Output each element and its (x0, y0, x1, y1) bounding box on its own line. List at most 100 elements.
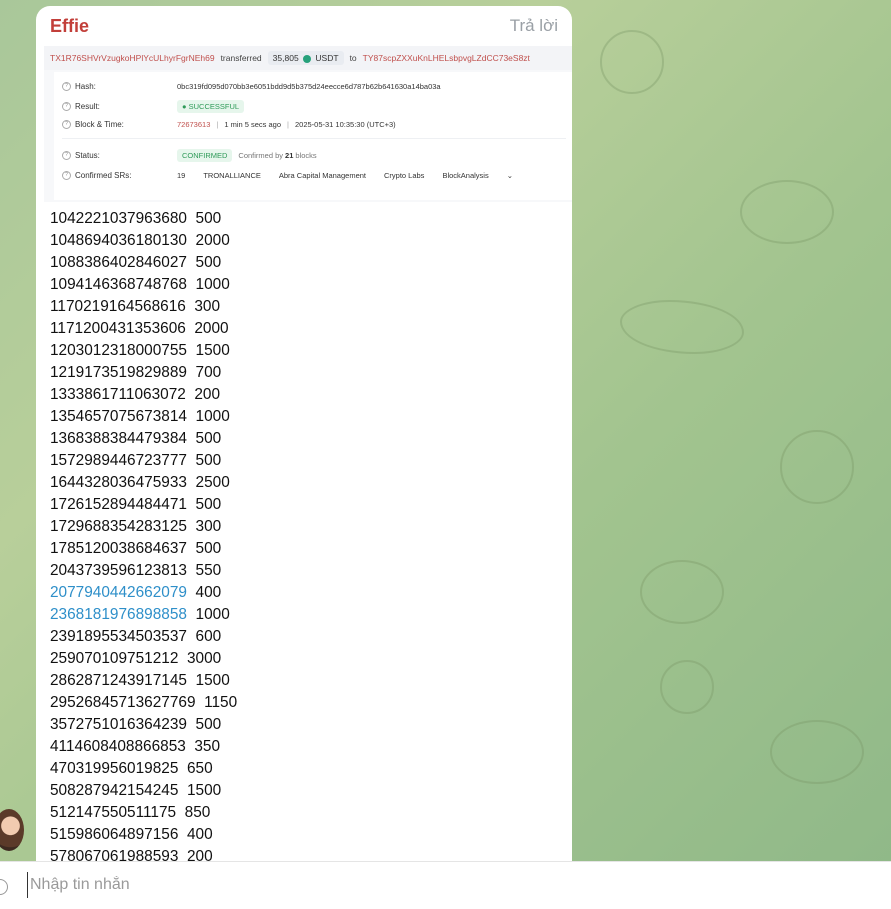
transferred-label: transferred (220, 53, 262, 63)
line-id: 1354657075673814 (50, 408, 187, 425)
line-id: 29526845713627769 (50, 694, 196, 711)
list-item: 1572989446723777 500 (50, 450, 237, 472)
line-id: 1042221037963680 (50, 210, 187, 227)
from-address: TX1R76SHVrVzugkoHPlYcULhyrFgrNEh69 (50, 53, 215, 63)
message-input[interactable] (27, 872, 630, 898)
line-amount: 200 (186, 848, 213, 861)
list-item: 508287942154245 1500 (50, 780, 237, 802)
background-doodle (740, 180, 834, 244)
block-row: ? Block & Time: 72673613 | 1 min 5 secs a… (62, 120, 396, 129)
line-id: 1729688354283125 (50, 518, 187, 535)
line-id: 1333861711063072 (50, 386, 186, 403)
line-amount: 2500 (195, 474, 230, 491)
line-amount: 500 (195, 210, 222, 227)
result-value: SUCCESSFUL (188, 102, 240, 111)
list-item: 1170219164568616 300 (50, 296, 237, 318)
line-id: 1726152894484471 (50, 496, 187, 513)
sr-item: Crypto Labs (384, 171, 425, 180)
avatar[interactable] (0, 809, 24, 851)
line-id: 4114608408866853 (50, 738, 186, 755)
list-item: 1088386402846027 500 (50, 252, 237, 274)
srs-row: ? Confirmed SRs: 19 TRONALLIANCE Abra Cap… (62, 171, 513, 180)
line-amount: 500 (195, 540, 222, 557)
amount-badge: 35,805 USDT (267, 51, 344, 65)
help-icon: ? (62, 120, 71, 129)
line-id: 1203012318000755 (50, 342, 187, 359)
status-badge: CONFIRMED (177, 149, 233, 162)
background-doodle (620, 300, 744, 354)
line-id: 1088386402846027 (50, 254, 187, 271)
line-amount: 1000 (195, 408, 230, 425)
transaction-details-card: ? Hash: 0bc319fd095d070bb3e6051bdd9d5b375… (54, 72, 572, 200)
list-item: 29526845713627769 1150 (50, 692, 237, 714)
phone-link[interactable]: 2077940442662079 (50, 584, 187, 601)
usdt-icon (303, 54, 312, 63)
line-amount: 650 (186, 760, 213, 777)
list-item: 1354657075673814 1000 (50, 406, 237, 428)
line-amount: 500 (195, 452, 222, 469)
line-id: 1171200431353606 (50, 320, 186, 337)
background-doodle (660, 660, 714, 714)
line-id: 1572989446723777 (50, 452, 187, 469)
line-amount: 2000 (195, 232, 230, 249)
line-amount: 500 (195, 430, 222, 447)
message-text-list: 1042221037963680 500 1048694036180130 200… (50, 208, 237, 861)
line-id: 1785120038684637 (50, 540, 187, 557)
list-item: 1729688354283125 300 (50, 516, 237, 538)
line-amount: 350 (194, 738, 221, 755)
srs-label: Confirmed SRs: (75, 171, 132, 180)
hash-row: ? Hash: 0bc319fd095d070bb3e6051bdd9d5b375… (62, 82, 441, 91)
help-icon: ? (62, 151, 71, 160)
line-id: 1219173519829889 (50, 364, 187, 381)
block-label: Block & Time: (75, 120, 124, 129)
transaction-screenshot[interactable]: TX1R76SHVrVzugkoHPlYcULhyrFgrNEh69 trans… (44, 46, 572, 202)
sr-item: Abra Capital Management (278, 171, 366, 180)
list-item: 515986064897156 400 (50, 824, 237, 846)
list-item: 1644328036475933 2500 (50, 472, 237, 494)
line-id: 259070109751212 (50, 650, 179, 667)
line-id: 3572751016364239 (50, 716, 187, 733)
line-id: 1644328036475933 (50, 474, 187, 491)
line-amount: 850 (184, 804, 211, 821)
line-amount: 1500 (186, 782, 222, 799)
line-amount: 400 (186, 826, 213, 843)
emoji-icon[interactable] (0, 879, 8, 895)
line-amount: 300 (194, 298, 221, 315)
help-icon: ? (62, 171, 71, 180)
line-amount: 500 (195, 254, 222, 271)
line-amount: 500 (195, 496, 222, 513)
list-item: 1785120038684637 500 (50, 538, 237, 560)
sender-name[interactable]: Effie (50, 16, 89, 37)
srs-count: 19 (177, 171, 186, 180)
list-item: 1094146368748768 1000 (50, 274, 237, 296)
amount-value: 35,805 (272, 53, 299, 63)
chevron-down-icon: ⌄ (506, 171, 514, 180)
line-id: 470319956019825 (50, 760, 179, 777)
line-amount: 300 (195, 518, 222, 535)
line-amount: 550 (195, 562, 222, 579)
sr-item: BlockAnalysis (442, 171, 489, 180)
status-label: Status: (75, 151, 100, 160)
list-item: 1171200431353606 2000 (50, 318, 237, 340)
line-id: 2391895534503537 (50, 628, 187, 645)
divider (62, 138, 566, 139)
reply-button[interactable]: Trả lời (510, 16, 558, 36)
line-amount: 600 (195, 628, 222, 645)
help-icon: ? (62, 102, 71, 111)
to-label: to (349, 53, 357, 63)
line-amount: 700 (195, 364, 222, 381)
to-address: TY87scpZXXuKnLHELsbpvgLZdCC73eS8zt (362, 53, 530, 63)
line-amount: 200 (194, 386, 221, 403)
list-item: 1203012318000755 1500 (50, 340, 237, 362)
message-header: Effie Trả lời (36, 6, 572, 46)
line-amount: 1150 (204, 694, 238, 711)
list-item: 578067061988593 200 (50, 846, 237, 861)
list-item: 512147550511175 850 (50, 802, 237, 824)
message-bubble[interactable]: Effie Trả lời TX1R76SHVrVzugkoHPlYcULhyr… (36, 6, 572, 861)
line-amount: 1500 (195, 672, 230, 689)
block-number: 72673613 (177, 120, 211, 129)
result-row: ? Result: ● SUCCESSFUL (62, 100, 245, 113)
line-id: 2862871243917145 (50, 672, 187, 689)
result-badge: ● SUCCESSFUL (177, 100, 245, 113)
phone-link[interactable]: 2368181976898858 (50, 606, 187, 623)
